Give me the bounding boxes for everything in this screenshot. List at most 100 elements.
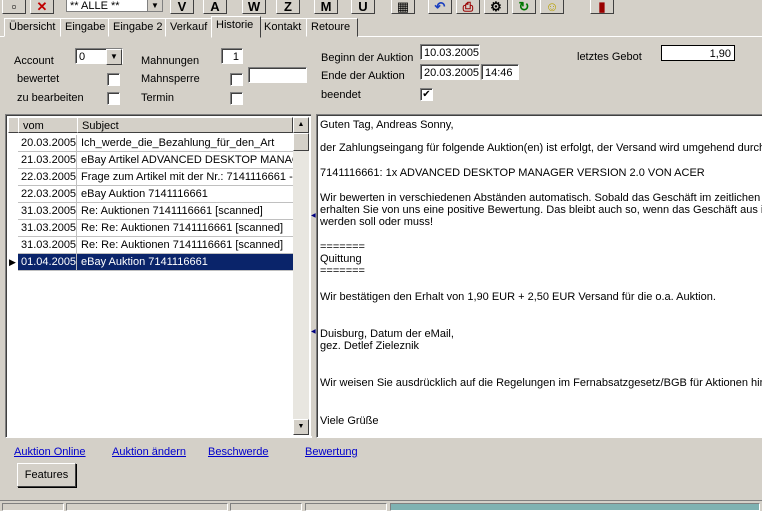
table-row-selected[interactable]: 01.04.2005 eBay Auktion 7141116661 xyxy=(18,254,293,271)
message-line: ======= xyxy=(320,241,365,253)
filter-u-button[interactable]: U xyxy=(351,0,375,14)
account-select-value: 0 xyxy=(79,51,86,63)
message-line: Guten Tag, Andreas Sonny, xyxy=(320,119,454,131)
link-auktion-aendern[interactable]: Auktion ändern xyxy=(112,446,186,458)
beendet-checkbox[interactable]: ✔ xyxy=(420,88,433,101)
tools-icon[interactable]: ⚙ xyxy=(484,0,508,14)
ende-time-field[interactable]: 14:46 xyxy=(481,64,519,80)
message-line: 7141116661: 1x ADVANCED DESKTOP MANAGER … xyxy=(320,167,705,179)
splitter[interactable] xyxy=(311,114,315,436)
filter-v-button[interactable]: V xyxy=(170,0,194,14)
tab-verkauf[interactable]: Verkauf xyxy=(165,18,216,37)
filter-select-value: ** ALLE ** xyxy=(70,0,120,12)
row-subject: Re: Re: Auktionen 7141116661 [scanned] xyxy=(77,237,293,254)
table-row[interactable]: 22.03.2005 eBay Auktion 7141116661 xyxy=(18,186,293,203)
row-subject: Re: Auktionen 7141116661 [scanned] xyxy=(77,203,293,220)
chevron-down-icon: ▼ xyxy=(147,0,162,11)
tab-kontakt[interactable]: Kontakt xyxy=(259,18,311,37)
tab-eingabe[interactable]: Eingabe xyxy=(60,18,110,37)
filter-z-button[interactable]: Z xyxy=(276,0,300,14)
smiley-icon[interactable]: ☺ xyxy=(540,0,564,14)
row-date: 22.03.2005 xyxy=(18,169,77,186)
table-row[interactable]: 31.03.2005 Re: Auktionen 7141116661 [scan… xyxy=(18,203,293,220)
status-panel xyxy=(2,503,64,511)
beginn-date-field[interactable]: 10.03.2005 xyxy=(420,44,480,60)
row-date: 20.03.2005 xyxy=(18,135,77,152)
link-bewertung[interactable]: Bewertung xyxy=(305,446,358,458)
message-line: gez. Detlef Zieleznik xyxy=(320,340,420,352)
letztes-gebot-field[interactable]: 1,90 xyxy=(661,45,735,61)
toolbar: ▫ ✕ ** ALLE ** ▼ V A W Z M U ▦ ↶ ⎙ ⚙ ↻ ☺… xyxy=(0,0,762,14)
tab-historie[interactable]: Historie xyxy=(211,16,261,38)
link-beschwerde[interactable]: Beschwerde xyxy=(208,446,269,458)
table-row[interactable]: 31.03.2005 Re: Re: Auktionen 7141116661 [… xyxy=(18,237,293,254)
table-row[interactable]: 31.03.2005 Re: Re: Auktionen 7141116661 [… xyxy=(18,220,293,237)
chevron-down-icon[interactable]: ▼ xyxy=(106,49,122,65)
message-line: Duisburg, Datum der eMail, xyxy=(320,328,454,340)
row-date: 31.03.2005 xyxy=(18,220,77,237)
message-line: Wir bewerten in verschiedenen Abständen … xyxy=(320,192,762,204)
message-line: der Zahlungseingang für folgende Auktion… xyxy=(320,142,762,154)
splitter-arrow-icon: ◀ xyxy=(311,329,316,335)
scroll-down-icon[interactable]: ▼ xyxy=(293,419,309,435)
message-line: ======= xyxy=(320,265,365,277)
message-line: erhalten Sie von uns eine positive Bewer… xyxy=(320,204,762,216)
account-label: Account xyxy=(14,55,54,67)
row-subject: Re: Re: Auktionen 7141116661 [scanned] xyxy=(77,220,293,237)
features-button[interactable]: Features xyxy=(17,463,76,487)
row-subject: Ich_werde_die_Bezahlung_für_den_Art xyxy=(77,135,293,152)
message-line: Quittung xyxy=(320,253,362,265)
tab-uebersicht[interactable]: Übersicht xyxy=(4,18,62,37)
filter-a-button[interactable]: A xyxy=(203,0,227,14)
message-line: Viele Grüße xyxy=(320,415,379,427)
termin-checkbox[interactable] xyxy=(230,92,243,105)
undo-icon[interactable]: ↶ xyxy=(428,0,452,14)
letztes-gebot-label: letztes Gebot xyxy=(577,51,642,63)
refresh-icon[interactable]: ↻ xyxy=(512,0,536,14)
splitter-arrow-icon: ◀ xyxy=(311,213,316,219)
scroll-thumb[interactable] xyxy=(293,133,309,151)
ende-date-field[interactable]: 20.03.2005 xyxy=(420,64,480,80)
zu-bearbeiten-label: zu bearbeiten xyxy=(17,92,84,104)
message-line: Wir bestätigen den Erhalt von 1,90 EUR +… xyxy=(320,291,716,303)
message-line: werden soll oder muss! xyxy=(320,216,434,228)
column-header-vom[interactable]: vom xyxy=(18,117,78,133)
row-date: 31.03.2005 xyxy=(18,237,77,254)
table-row[interactable]: 22.03.2005 Frage zum Artikel mit der Nr.:… xyxy=(18,169,293,186)
mahnungen-field[interactable]: 1 xyxy=(221,48,243,64)
row-subject: Frage zum Artikel mit der Nr.: 714111666… xyxy=(77,169,293,186)
tab-eingabe-2[interactable]: Eingabe 2 xyxy=(108,18,168,37)
link-auktion-online[interactable]: Auktion Online xyxy=(14,446,86,458)
beginn-label: Beginn der Auktion xyxy=(321,52,414,64)
filter-m-button[interactable]: M xyxy=(314,0,338,14)
table-row[interactable]: 20.03.2005 Ich_werde_die_Bezahlung_für_de… xyxy=(18,135,293,152)
mahnsperre-field[interactable] xyxy=(248,67,307,83)
filter-select[interactable]: ** ALLE ** ▼ xyxy=(66,0,163,12)
bewertet-checkbox[interactable] xyxy=(107,73,120,86)
mail-list[interactable]: vom Subject 20.03.2005 Ich_werde_die_Beza… xyxy=(5,114,312,438)
mahnsperre-checkbox[interactable] xyxy=(230,73,243,86)
print-icon[interactable]: ⎙ xyxy=(456,0,480,14)
delete-icon[interactable]: ✕ xyxy=(30,0,54,14)
table-row[interactable]: 21.03.2005 eBay Artikel ADVANCED DESKTOP … xyxy=(18,152,293,169)
row-date: 31.03.2005 xyxy=(18,203,77,220)
row-subject: eBay Artikel ADVANCED DESKTOP MANAGE xyxy=(77,152,293,169)
message-line: Wir weisen Sie ausdrücklich auf die Rege… xyxy=(320,377,762,389)
filter-w-button[interactable]: W xyxy=(242,0,266,14)
row-date: 22.03.2005 xyxy=(18,186,77,203)
tab-retoure[interactable]: Retoure xyxy=(306,18,358,37)
mahnungen-label: Mahnungen xyxy=(141,55,200,67)
row-subject: eBay Auktion 7141116661 xyxy=(77,186,293,203)
column-header-subject[interactable]: Subject xyxy=(77,117,293,133)
status-panel xyxy=(66,503,228,511)
zu-bearbeiten-checkbox[interactable] xyxy=(107,92,120,105)
status-panel xyxy=(305,503,387,511)
exit-door-icon[interactable]: ▮ xyxy=(590,0,614,14)
list-scrollbar[interactable]: ▲ ▼ xyxy=(293,117,309,435)
beendet-label: beendet xyxy=(321,89,361,101)
message-body[interactable]: Guten Tag, Andreas Sonny, der Zahlungsei… xyxy=(316,114,762,438)
scroll-up-icon[interactable]: ▲ xyxy=(293,117,309,133)
status-panel xyxy=(230,503,302,511)
calculator-icon[interactable]: ▦ xyxy=(391,0,415,14)
new-document-icon[interactable]: ▫ xyxy=(2,0,26,14)
